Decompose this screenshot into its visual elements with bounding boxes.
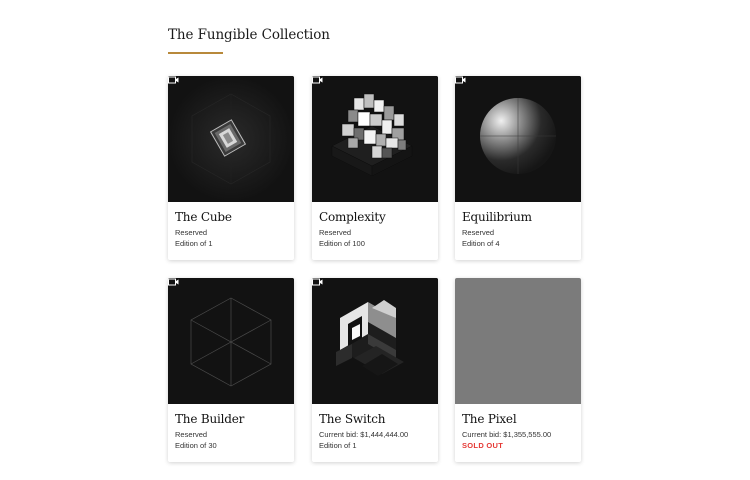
- card-title[interactable]: Complexity: [319, 210, 386, 224]
- nft-card-equilibrium[interactable]: Equilibrium Reserved Edition of 4: [455, 76, 581, 260]
- video-icon: [312, 76, 323, 84]
- artwork-the-builder[interactable]: [168, 278, 294, 404]
- card-status: Reserved: [319, 228, 352, 237]
- card-title[interactable]: Equilibrium: [462, 210, 532, 224]
- title-underline: [168, 52, 223, 54]
- card-edition: Edition of 30: [175, 441, 217, 450]
- card-status: Current bid: $1,355,555.00: [462, 430, 552, 439]
- card-status: Current bid: $1,444,444.00: [319, 430, 409, 439]
- artwork-the-switch[interactable]: [312, 278, 438, 404]
- builder-artwork-image: [168, 278, 294, 404]
- artwork-equilibrium[interactable]: [455, 76, 581, 202]
- card-edition: Edition of 1: [175, 239, 213, 248]
- video-icon: [168, 76, 179, 84]
- nft-card-the-cube[interactable]: The Cube Reserved Edition of 1: [168, 76, 294, 260]
- nft-card-the-pixel[interactable]: The Pixel Current bid: $1,355,555.00 SOL…: [455, 278, 581, 462]
- nft-card-the-builder[interactable]: The Builder Reserved Edition of 30: [168, 278, 294, 462]
- card-status: Reserved: [175, 228, 208, 237]
- nft-card-the-switch[interactable]: The Switch Current bid: $1,444,444.00 Ed…: [312, 278, 438, 462]
- switch-artwork-image: [312, 278, 438, 404]
- video-icon: [312, 278, 323, 286]
- card-edition: Edition of 4: [462, 239, 500, 248]
- artwork-complexity[interactable]: [312, 76, 438, 202]
- artwork-the-pixel[interactable]: [455, 278, 581, 404]
- cube-artwork-image: [168, 76, 294, 202]
- card-status: Reserved: [175, 430, 208, 439]
- card-edition: Edition of 100: [319, 239, 365, 248]
- card-title[interactable]: The Switch: [319, 412, 385, 426]
- artwork-the-cube[interactable]: [168, 76, 294, 202]
- card-title[interactable]: The Pixel: [462, 412, 517, 426]
- card-title[interactable]: The Builder: [175, 412, 244, 426]
- complexity-artwork-image: [312, 76, 438, 202]
- video-icon: [168, 278, 179, 286]
- card-status: Reserved: [462, 228, 495, 237]
- card-edition: Edition of 1: [319, 441, 357, 450]
- sold-out-badge: SOLD OUT: [462, 441, 504, 450]
- nft-card-complexity[interactable]: Complexity Reserved Edition of 100: [312, 76, 438, 260]
- equilibrium-artwork-image: [455, 76, 581, 202]
- video-icon: [455, 76, 466, 84]
- page-title: The Fungible Collection: [168, 27, 330, 43]
- card-title[interactable]: The Cube: [175, 210, 232, 224]
